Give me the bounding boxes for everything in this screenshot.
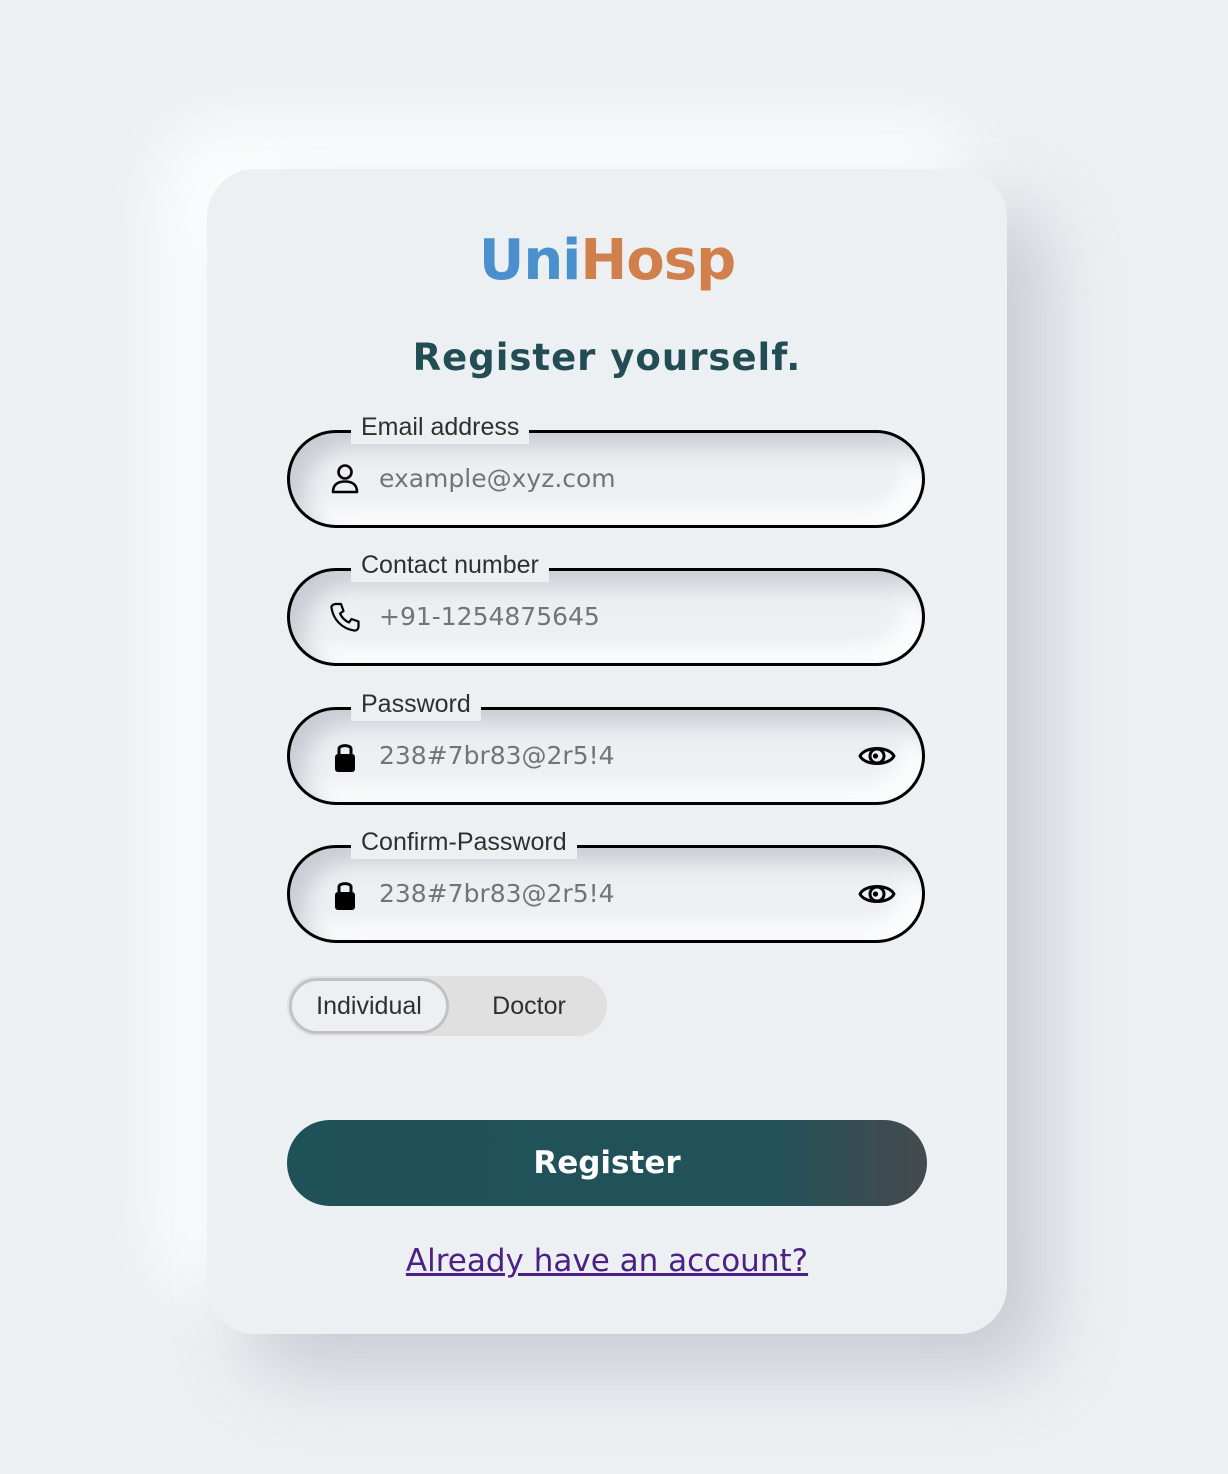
password-label: Password [351, 687, 481, 721]
confirm-password-field[interactable]: Confirm-Password 238#7br83@2r5!4 [287, 825, 925, 943]
brand-uni-text: Uni [478, 228, 582, 293]
contact-field[interactable]: Contact number +91-1254875645 [287, 548, 925, 666]
lock-icon [335, 744, 355, 772]
password-field[interactable]: Password 238#7br83@2r5!4 [287, 687, 925, 805]
confirm-password-input[interactable]: 238#7br83@2r5!4 [379, 875, 615, 913]
register-button[interactable]: Register [287, 1120, 927, 1206]
register-card: UniHosp Register yourself. Email address… [207, 169, 1007, 1334]
role-toggle[interactable]: Individual Doctor [287, 976, 607, 1036]
role-option-doctor[interactable]: Doctor [451, 978, 607, 1034]
role-option-individual[interactable]: Individual [289, 978, 449, 1034]
brand-logo: UniHosp [207, 221, 1007, 301]
confirm-password-label: Confirm-Password [351, 825, 577, 859]
password-input[interactable]: 238#7br83@2r5!4 [379, 737, 615, 775]
user-icon [331, 464, 359, 494]
email-input[interactable]: example@xyz.com [379, 460, 616, 498]
lock-icon [335, 882, 355, 910]
eye-icon[interactable] [857, 876, 897, 912]
email-field[interactable]: Email address example@xyz.com [287, 410, 925, 528]
page-title: Register yourself. [412, 336, 802, 379]
email-label: Email address [351, 410, 530, 444]
phone-icon [330, 602, 360, 632]
login-link[interactable]: Already have an account? [207, 1239, 1007, 1283]
contact-input[interactable]: +91-1254875645 [379, 598, 600, 636]
eye-icon[interactable] [857, 738, 897, 774]
contact-label: Contact number [351, 548, 549, 582]
brand-hosp-text: Hosp [580, 228, 736, 293]
